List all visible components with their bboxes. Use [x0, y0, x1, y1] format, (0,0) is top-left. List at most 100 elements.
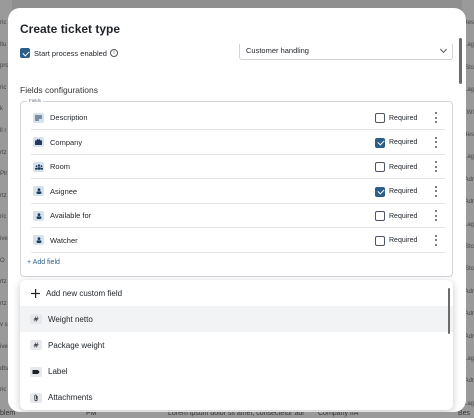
- start-process-checkbox[interactable]: [20, 48, 30, 58]
- person-icon: [33, 210, 44, 221]
- bg-fragment: ive: [0, 344, 8, 350]
- dropdown-scrollbar[interactable]: [448, 288, 450, 334]
- dropdown-item-label: Add new custom field: [46, 288, 123, 298]
- process-select[interactable]: Customer handling: [239, 44, 453, 60]
- person-icon: [33, 235, 44, 245]
- required-toggle[interactable]: Required: [375, 211, 417, 221]
- bg-fragment: Sto: [464, 244, 474, 250]
- fields-legend: Fields: [27, 98, 44, 103]
- more-options-icon[interactable]: [434, 161, 437, 172]
- more-options-icon[interactable]: [434, 185, 437, 197]
- field-row-asignee: Asignee Required: [31, 180, 445, 204]
- bg-fragment: Adr: [464, 378, 474, 385]
- dropdown-item-label: Package weight: [48, 340, 105, 350]
- bg-fragment: Adr: [464, 333, 474, 340]
- dialog-scrollbar[interactable]: [459, 38, 462, 84]
- dropdown-item-label: Attachments: [48, 393, 93, 403]
- bg-fragment: rtz: [0, 279, 7, 286]
- field-row-description: Description Required: [31, 106, 445, 130]
- field-label: Company: [50, 137, 83, 147]
- required-checkbox[interactable]: [375, 137, 385, 148]
- required-checkbox[interactable]: [375, 186, 385, 197]
- dropdown-item-add-new-custom-field[interactable]: Add new custom field: [20, 280, 453, 306]
- required-checkbox[interactable]: [375, 113, 385, 123]
- dialog-title: Create ticket type: [20, 22, 121, 36]
- required-toggle[interactable]: Required: [375, 113, 417, 123]
- label-icon: [30, 366, 42, 377]
- section-title: Fields configurations: [20, 85, 98, 95]
- create-ticket-type-dialog: Create ticket type Start process enabled…: [8, 8, 466, 412]
- dropdown-item-attachments[interactable]: Attachments: [20, 385, 453, 410]
- field-label: Asignee: [50, 186, 78, 196]
- people-group-icon: [33, 161, 44, 172]
- bg-fragment: Adr: [464, 288, 474, 295]
- paperclip-icon: [30, 392, 42, 403]
- fields-group: Fields Description Required Company Require…: [20, 98, 453, 277]
- bg-fragment: ll r: [0, 128, 7, 134]
- start-process-row: Start process enabled i: [20, 46, 118, 60]
- field-row-room: Room Required: [31, 155, 445, 179]
- field-label: Description: [50, 113, 88, 122]
- dropdown-item-label: Label: [48, 367, 68, 377]
- bg-fragment: O: [0, 257, 5, 264]
- more-options-icon[interactable]: [434, 234, 437, 246]
- required-label: Required: [389, 188, 418, 195]
- bg-fragment: k: [0, 106, 3, 113]
- bg-fragment: ric: [0, 20, 7, 26]
- dropdown-item-label[interactable]: Label: [20, 359, 453, 385]
- bg-fragment: ric: [0, 387, 7, 394]
- svg-text:#: #: [33, 342, 39, 350]
- field-row-company: Company Required: [31, 131, 445, 155]
- dropdown-item-label: Weight netto: [48, 314, 93, 324]
- required-toggle[interactable]: Required: [375, 137, 418, 148]
- process-select-value: Customer handling: [246, 45, 309, 55]
- required-label: Required: [389, 139, 418, 146]
- bg-fragment: ric: [0, 214, 7, 221]
- required-label: Required: [389, 212, 418, 220]
- plus-icon: [30, 288, 40, 298]
- text-lines-icon: [33, 112, 44, 123]
- required-label: Required: [389, 163, 418, 171]
- required-label: Required: [389, 114, 418, 122]
- dropdown-item-weight-netto[interactable]: # Weight netto: [20, 306, 453, 333]
- bg-fragment: Adr: [464, 176, 474, 183]
- bg-fragment: Plr: [0, 171, 8, 178]
- more-options-icon[interactable]: [434, 210, 437, 221]
- bg-fragment: ltu: [0, 41, 7, 48]
- start-process-label: Start process enabled: [34, 48, 107, 58]
- bg-fragment: ive: [0, 236, 8, 242]
- bg-fragment: Sto: [464, 266, 474, 273]
- person-icon: [33, 186, 44, 196]
- required-toggle[interactable]: Required: [375, 235, 418, 246]
- chevron-down-icon: [439, 45, 448, 54]
- bg-fragment: Adr: [464, 199, 474, 206]
- required-checkbox[interactable]: [375, 211, 385, 221]
- field-row-watcher: Watcher Required: [31, 229, 445, 253]
- info-icon[interactable]: i: [109, 49, 118, 57]
- svg-text:#: #: [33, 316, 39, 324]
- dialog-scroll-area[interactable]: Start process enabled i Customer handlin…: [8, 44, 466, 412]
- required-toggle[interactable]: Required: [375, 186, 418, 197]
- hash-icon: #: [30, 314, 42, 325]
- required-checkbox[interactable]: [375, 235, 385, 246]
- required-checkbox[interactable]: [375, 162, 385, 172]
- add-field-link[interactable]: + Add field: [27, 259, 60, 266]
- more-options-icon[interactable]: [434, 136, 437, 148]
- add-field-dropdown: Add new custom field # Weight netto # Packag…: [20, 280, 453, 410]
- dropdown-item-package-weight[interactable]: # Package weight: [20, 332, 453, 358]
- more-options-icon[interactable]: [434, 112, 437, 123]
- field-label: Available for: [50, 211, 92, 220]
- bg-fragment: Sto: [464, 64, 474, 71]
- bg-fragment: Adr: [464, 311, 474, 318]
- briefcase-icon: [33, 137, 44, 147]
- field-label: Watcher: [50, 235, 78, 245]
- bg-fragment: rtz: [0, 192, 7, 199]
- bg-fragment: ric: [0, 84, 7, 91]
- hash-icon: #: [30, 340, 42, 351]
- bg-fragment: rtz: [0, 149, 7, 156]
- required-toggle[interactable]: Required: [375, 162, 417, 172]
- bg-fragment: v s: [0, 322, 8, 329]
- required-label: Required: [389, 237, 418, 244]
- field-label: Room: [50, 162, 71, 171]
- bg-fragment: rtz: [0, 300, 7, 307]
